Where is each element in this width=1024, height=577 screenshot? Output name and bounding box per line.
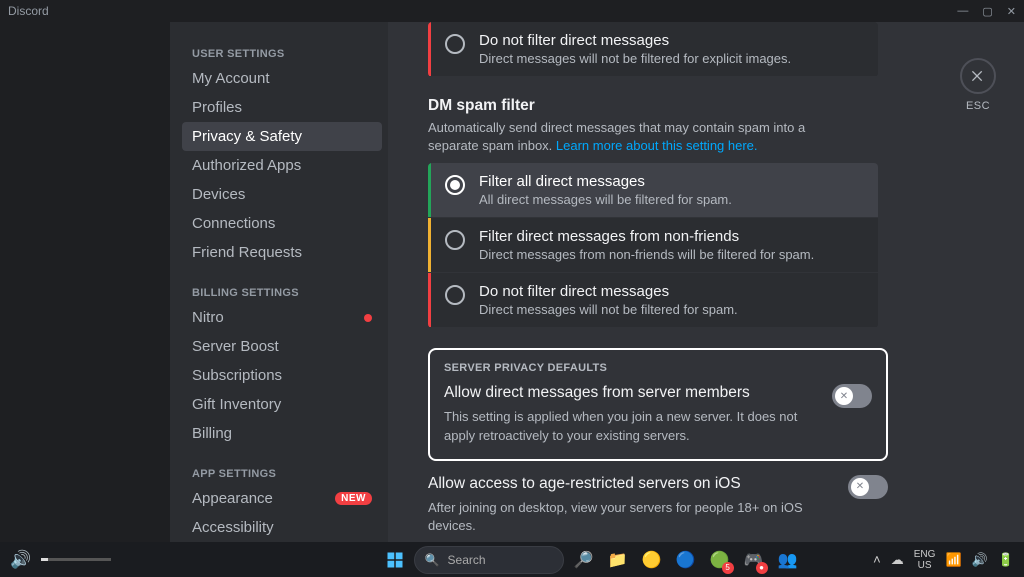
sidebar-item-authorized-apps[interactable]: Authorized Apps [182, 151, 382, 180]
radio-icon [445, 285, 465, 305]
spam-filter-all[interactable]: Filter all direct messages All direct me… [428, 163, 878, 217]
windows-icon [386, 551, 404, 569]
age-ios-desc: After joining on desktop, view your serv… [428, 499, 828, 535]
option-title: Filter all direct messages [479, 173, 732, 190]
volume-slider[interactable] [41, 558, 111, 561]
language-indicator[interactable]: ENG US [914, 549, 936, 571]
server-privacy-defaults-block: SERVER PRIVACY DEFAULTS Allow direct mes… [428, 348, 888, 460]
task-edge-icon[interactable]: 🔵 [672, 546, 700, 574]
tray-battery-icon[interactable]: 🔋 [998, 552, 1014, 568]
sidebar-section-user: USER SETTINGS [182, 42, 382, 64]
age-ios-toggle[interactable]: ✕ [848, 475, 888, 499]
speaker-icon[interactable]: 🔊 [10, 550, 31, 570]
tray-volume-icon[interactable]: 🔊 [972, 552, 988, 568]
option-desc: Direct messages will not be filtered for… [479, 51, 791, 66]
sidebar-item-accessibility[interactable]: Accessibility [182, 513, 382, 542]
sidebar-section-app: APP SETTINGS [182, 462, 382, 484]
spam-filter-none[interactable]: Do not filter direct messages Direct mes… [428, 273, 878, 327]
task-bing-icon[interactable]: 🔎 [570, 546, 598, 574]
minimize-button[interactable]: — [957, 5, 968, 18]
task-chrome-icon[interactable]: 🟡 [638, 546, 666, 574]
sidebar-item-my-account[interactable]: My Account [182, 64, 382, 93]
task-discord-icon[interactable]: 🎮● [740, 546, 768, 574]
toggle-knob-icon: ✕ [851, 478, 869, 496]
volume-overlay: 🔊 [10, 550, 310, 570]
dm-spam-learn-more-link[interactable]: Learn more about this setting here. [556, 138, 758, 153]
maximize-button[interactable]: ▢ [982, 5, 992, 18]
notification-dot-icon [364, 314, 372, 322]
sidebar-item-privacy[interactable]: Privacy & Safety [182, 122, 382, 151]
tray-chevron-icon[interactable]: ˄ [873, 552, 881, 567]
app-name: Discord [8, 4, 49, 18]
sidebar-item-server-boost[interactable]: Server Boost [182, 332, 382, 361]
close-settings-container: ESC [960, 58, 996, 112]
window-controls: — ▢ ✕ [957, 5, 1016, 18]
close-settings-button[interactable] [960, 58, 996, 94]
badge-icon: ● [756, 562, 768, 574]
sidebar-item-billing[interactable]: Billing [182, 419, 382, 448]
sidebar-item-devices[interactable]: Devices [182, 180, 382, 209]
sidebar-item-subscriptions[interactable]: Subscriptions [182, 361, 382, 390]
task-explorer-icon[interactable]: 📁 [604, 546, 632, 574]
start-button[interactable] [382, 547, 408, 573]
server-privacy-label: SERVER PRIVACY DEFAULTS [444, 362, 872, 374]
dm-spam-subtext: Automatically send direct messages that … [428, 119, 858, 155]
explicit-filter-none[interactable]: Do not filter direct messages Direct mes… [428, 22, 878, 76]
sidebar-item-friend-requests[interactable]: Friend Requests [182, 238, 382, 267]
search-icon: 🔍 [425, 553, 440, 567]
spam-filter-nonfriends[interactable]: Filter direct messages from non-friends … [428, 218, 878, 272]
age-ios-title: Allow access to age-restricted servers o… [428, 475, 828, 493]
dm-spam-heading: DM spam filter [428, 97, 858, 115]
dm-spam-filter-group: Filter all direct messages All direct me… [428, 163, 878, 328]
sidebar-section-billing: BILLING SETTINGS [182, 281, 382, 303]
sidebar-item-profiles[interactable]: Profiles [182, 93, 382, 122]
task-whatsapp-icon[interactable]: 🟢5 [706, 546, 734, 574]
radio-icon [445, 34, 465, 54]
explicit-filter-group-partial: Do not filter direct messages Direct mes… [428, 22, 878, 77]
search-placeholder: Search [448, 553, 486, 567]
sidebar-item-gift-inventory[interactable]: Gift Inventory [182, 390, 382, 419]
option-desc: Direct messages from non-friends will be… [479, 247, 814, 262]
age-ios-block: Allow access to age-restricted servers o… [428, 461, 888, 542]
allow-dm-toggle[interactable]: ✕ [832, 384, 872, 408]
discord-server-rail [0, 22, 170, 542]
allow-dm-title: Allow direct messages from server member… [444, 384, 812, 402]
option-title: Do not filter direct messages [479, 32, 791, 49]
sidebar-item-appearance[interactable]: AppearanceNEW [182, 484, 382, 513]
toggle-knob-icon: ✕ [835, 387, 853, 405]
sidebar-item-nitro[interactable]: Nitro [182, 303, 382, 332]
task-teams-icon[interactable]: 👥 [774, 546, 802, 574]
sidebar-item-connections[interactable]: Connections [182, 209, 382, 238]
allow-dm-desc: This setting is applied when you join a … [444, 408, 812, 444]
allow-dm-row: Allow direct messages from server member… [444, 384, 872, 444]
option-title: Do not filter direct messages [479, 283, 738, 300]
window-titlebar: Discord — ▢ ✕ [0, 0, 1024, 22]
radio-checked-icon [445, 175, 465, 195]
taskbar-center: 🔍 Search 🔎 📁 🟡 🔵 🟢5 🎮● 👥 [318, 546, 865, 574]
tray-wifi-icon[interactable]: 📶 [945, 552, 961, 568]
badge-icon: 5 [722, 562, 734, 574]
esc-label: ESC [960, 100, 996, 112]
close-icon [970, 68, 986, 84]
taskbar-search[interactable]: 🔍 Search [414, 546, 564, 574]
close-window-button[interactable]: ✕ [1007, 5, 1016, 18]
settings-content: ESC Do not filter direct messages Direct… [388, 22, 1024, 542]
windows-taskbar: 🔊 🔍 Search 🔎 📁 🟡 🔵 🟢5 🎮● 👥 ˄ ☁ ENG US 📶 … [0, 542, 1024, 577]
system-tray: ˄ ☁ ENG US 📶 🔊 🔋 [873, 549, 1014, 571]
option-desc: All direct messages will be filtered for… [479, 192, 732, 207]
option-title: Filter direct messages from non-friends [479, 228, 814, 245]
radio-icon [445, 230, 465, 250]
new-badge: NEW [335, 492, 372, 505]
option-desc: Direct messages will not be filtered for… [479, 302, 738, 317]
settings-sidebar: USER SETTINGS My Account Profiles Privac… [170, 22, 388, 542]
tray-onedrive-icon[interactable]: ☁ [891, 552, 904, 568]
dm-spam-heading-block: DM spam filter Automatically send direct… [428, 97, 858, 155]
